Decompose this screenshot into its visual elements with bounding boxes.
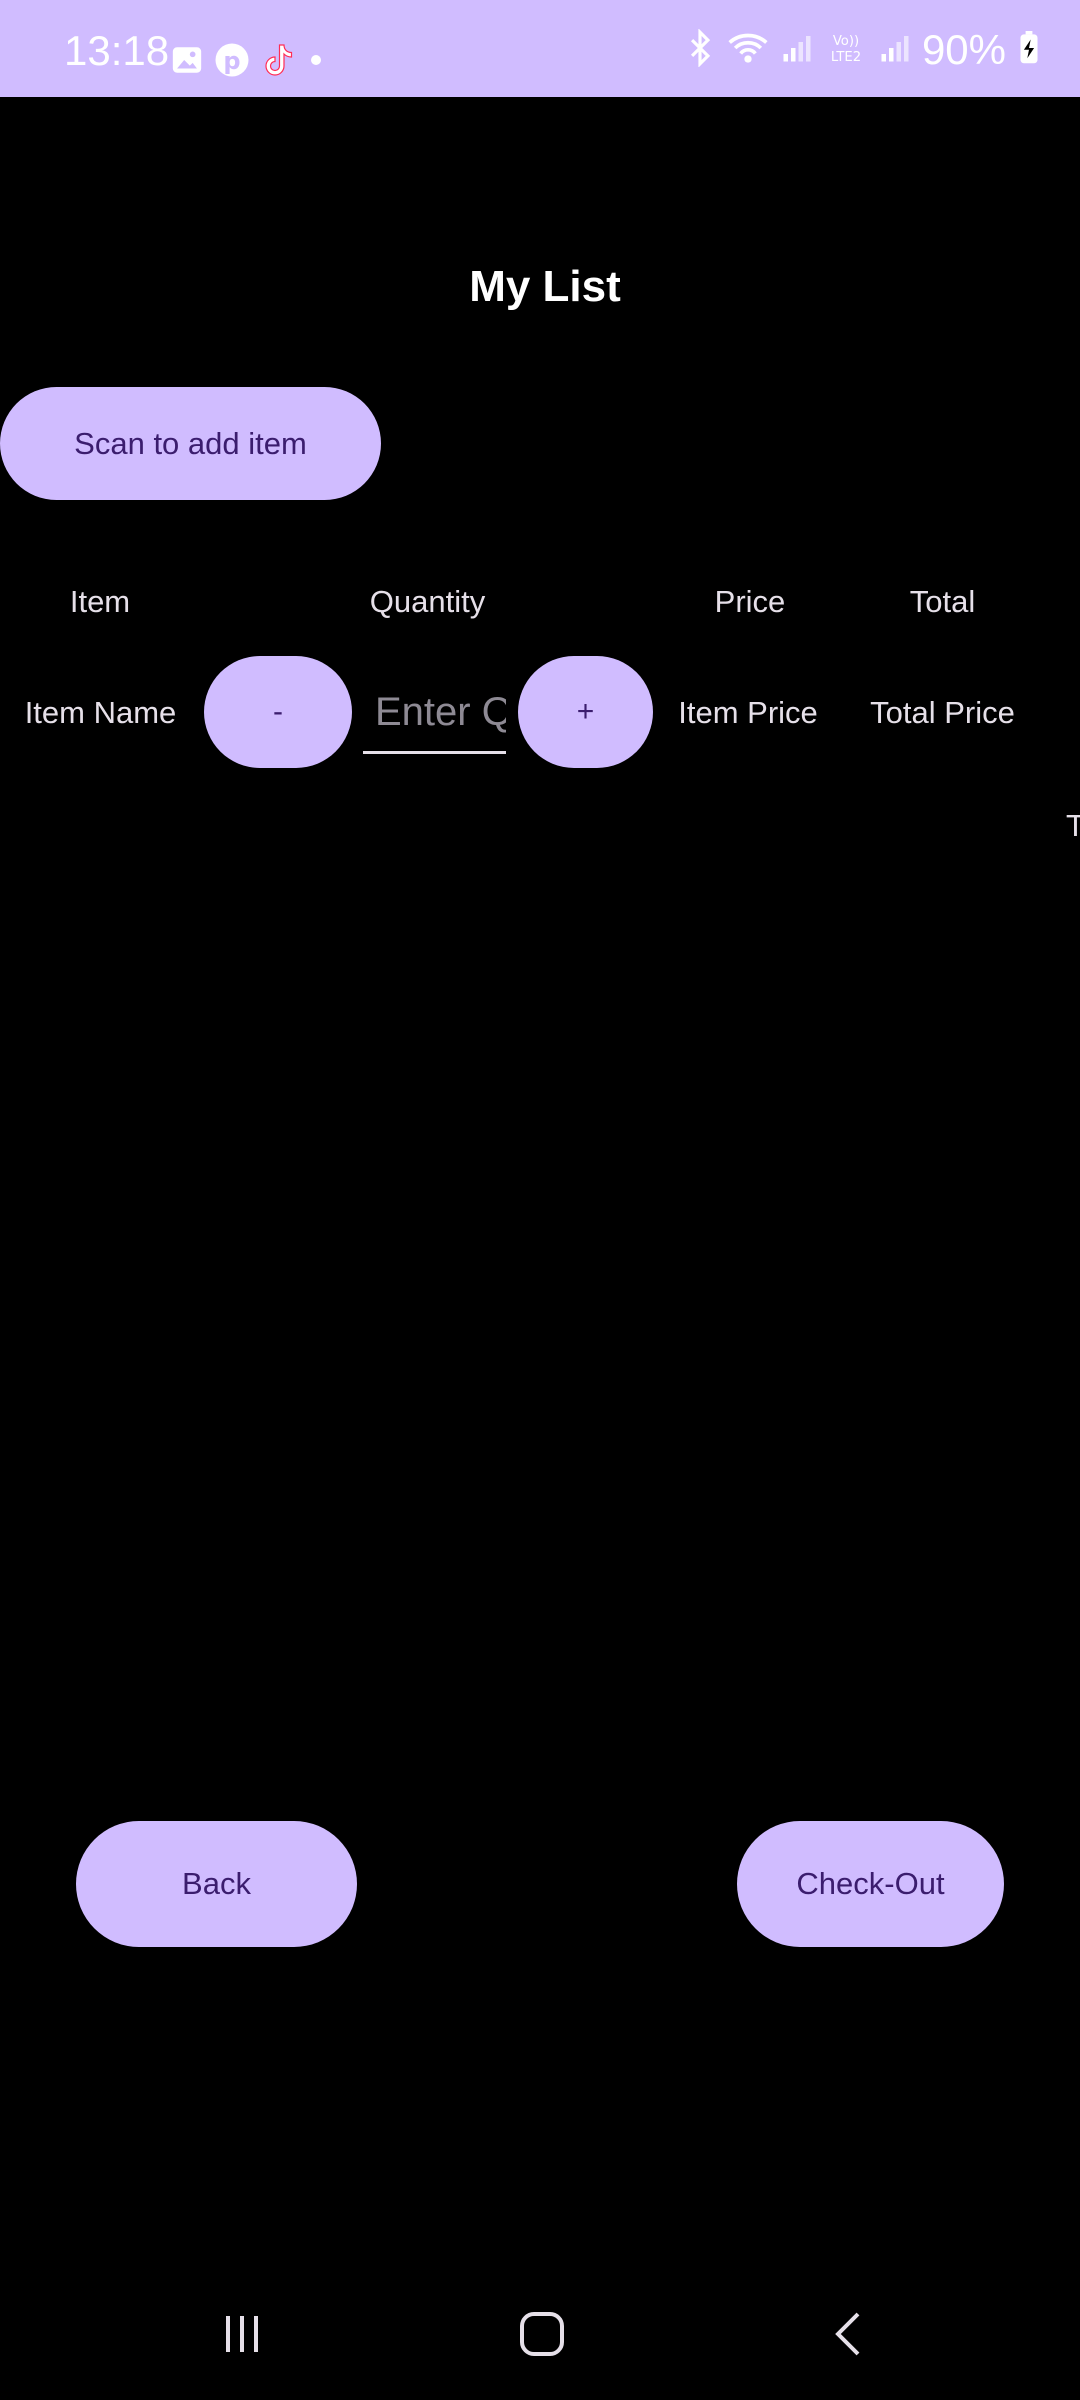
tiktok-icon: [260, 41, 296, 79]
volte-icon: Vo)) LTE2: [824, 29, 868, 72]
header-quantity: Quantity: [369, 584, 486, 619]
battery-charging-icon: [1018, 30, 1040, 70]
back-icon[interactable]: [826, 2310, 874, 2363]
checkout-button[interactable]: Check-Out: [737, 1821, 1004, 1947]
dot-icon: [306, 50, 326, 70]
wifi-icon: [726, 29, 770, 72]
item-name: Item Name: [24, 695, 177, 730]
svg-text:LTE2: LTE2: [831, 50, 861, 65]
pinterest-icon: p: [214, 42, 250, 78]
signal-icon: [782, 31, 812, 70]
status-time: 13:18: [64, 27, 170, 74]
signal-icon: [880, 31, 910, 70]
notification-icons: p: [170, 40, 326, 80]
item-price: Item Price: [678, 695, 818, 730]
header-item: Item: [69, 584, 131, 619]
header-price: Price: [714, 584, 786, 619]
svg-text:p: p: [223, 47, 240, 75]
navigation-bar: [0, 2270, 1080, 2400]
header-total: Total: [909, 584, 976, 619]
overflow-total-label: T: [1066, 808, 1080, 843]
svg-text:Vo)): Vo)): [833, 34, 859, 49]
scan-to-add-item-button[interactable]: Scan to add item: [0, 387, 381, 500]
home-icon[interactable]: [518, 2310, 566, 2363]
bluetooth-icon: [686, 27, 714, 72]
page-title: My List: [469, 262, 621, 311]
decrease-quantity-button[interactable]: -: [204, 656, 352, 768]
back-button[interactable]: Back: [76, 1821, 357, 1947]
total-price: Total Price: [870, 695, 1015, 730]
quantity-input[interactable]: [363, 674, 506, 754]
battery-percentage: 90%: [921, 26, 1006, 73]
gallery-icon: [170, 43, 204, 77]
status-bar: 13:18 p Vo)) LTE2 90%: [0, 0, 1080, 97]
increase-quantity-button[interactable]: +: [518, 656, 653, 768]
recent-apps-icon[interactable]: [218, 2310, 266, 2363]
system-icons: Vo)) LTE2 90%: [686, 26, 1040, 73]
